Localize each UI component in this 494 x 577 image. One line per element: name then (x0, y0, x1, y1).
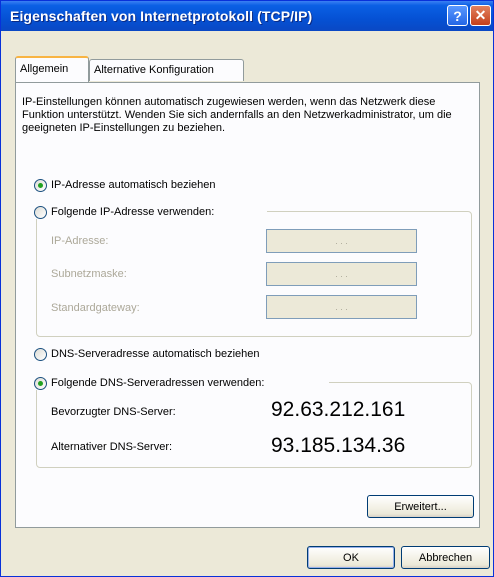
cancel-button-label: Abbrechen (418, 551, 473, 564)
gateway-label: Standardgateway: (51, 302, 140, 314)
window-title: Eigenschaften von Internetprotokoll (TCP… (10, 8, 313, 24)
ip-address-label: IP-Adresse: (51, 235, 109, 247)
dns-auto-label[interactable]: DNS-Serveradresse automatisch beziehen (51, 348, 260, 360)
help-button[interactable]: ? (447, 5, 468, 26)
ip-auto-label[interactable]: IP-Adresse automatisch beziehen (51, 179, 215, 191)
ip-address-value: . . . (335, 236, 348, 246)
subnet-mask-value: . . . (335, 269, 348, 279)
alternate-dns-label: Alternativer DNS-Server: (51, 441, 173, 453)
help-icon: ? (453, 7, 462, 24)
advanced-button-label: Erweitert... (394, 500, 447, 513)
advanced-button[interactable]: Erweitert... (367, 495, 474, 518)
tab-alternative-konfiguration[interactable]: Alternative Konfiguration (89, 59, 244, 81)
tab-label: Alternative Konfiguration (94, 64, 214, 76)
subnet-mask-field[interactable]: . . . (266, 262, 417, 286)
description-text: IP-Einstellungen können automatisch zuge… (22, 96, 452, 134)
cancel-button[interactable]: Abbrechen (401, 546, 490, 569)
preferred-dns-label: Bevorzugter DNS-Server: (51, 406, 176, 418)
ip-manual-radio[interactable] (34, 206, 47, 219)
subnet-mask-label: Subnetzmaske: (51, 268, 127, 280)
close-button[interactable]: ✕ (470, 5, 491, 26)
dialog-window: Eigenschaften von Internetprotokoll (TCP… (0, 0, 494, 577)
ip-address-field[interactable]: . . . (266, 229, 417, 253)
gateway-field[interactable]: . . . (266, 295, 417, 319)
ok-button[interactable]: OK (307, 546, 395, 569)
tab-allgemein[interactable]: Allgemein (15, 56, 89, 82)
dns-auto-radio[interactable] (34, 348, 47, 361)
ip-manual-label[interactable]: Folgende IP-Adresse verwenden: (51, 206, 214, 218)
preferred-dns-field[interactable]: 92.63.212.161 (271, 398, 405, 422)
close-icon: ✕ (474, 7, 487, 23)
title-bar[interactable]: Eigenschaften von Internetprotokoll (TCP… (1, 1, 493, 31)
dns-manual-label[interactable]: Folgende DNS-Serveradressen verwenden: (51, 377, 264, 389)
tab-label: Allgemein (20, 63, 69, 75)
dns-manual-radio[interactable] (34, 377, 47, 390)
ip-auto-radio[interactable] (34, 179, 47, 192)
dns-group-box (36, 382, 472, 468)
ok-button-label: OK (343, 551, 359, 564)
alternate-dns-field[interactable]: 93.185.134.36 (271, 434, 405, 458)
gateway-value: . . . (335, 302, 348, 312)
